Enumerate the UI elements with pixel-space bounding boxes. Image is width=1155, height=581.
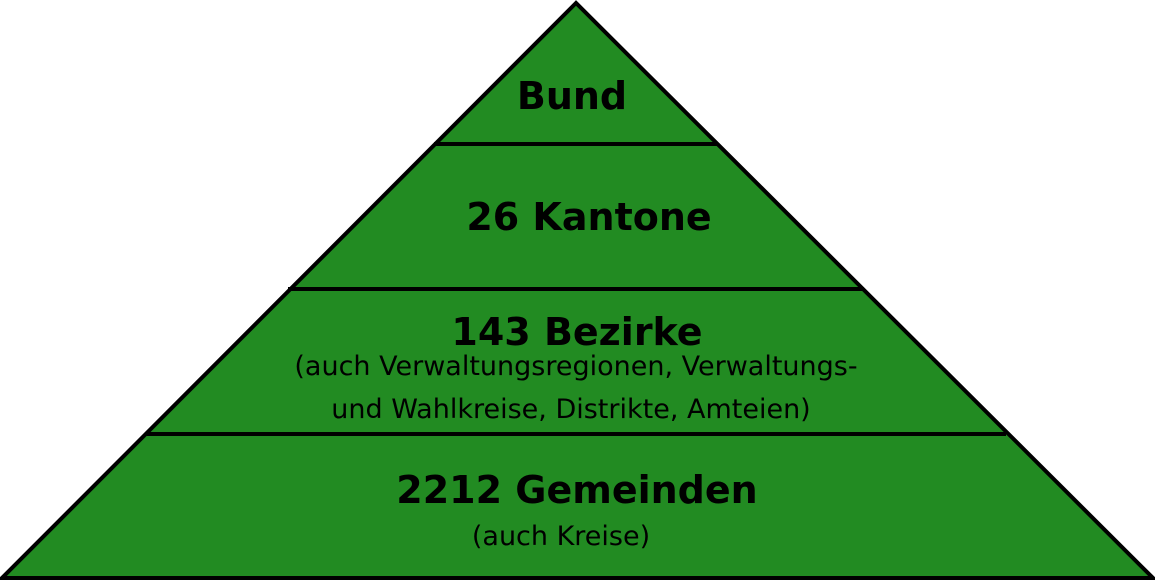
level-subtitle-gemeinden: (auch Kreise)	[472, 521, 650, 552]
level-kantone: 26 Kantone	[466, 195, 711, 239]
level-bund: Bund	[517, 74, 627, 118]
level-title-bezirke: 143 Bezirke	[451, 310, 702, 354]
pyramid-diagram: Bund 26 Kantone 143 Bezirke (auch Verwal…	[0, 0, 1155, 581]
level-subtitle-bezirke-line-2: und Wahlkreise, Distrikte, Amteien)	[331, 394, 810, 425]
level-subtitle-bezirke-line-1: (auch Verwaltungsregionen, Verwaltungs-	[294, 351, 857, 382]
level-title-bund: Bund	[517, 74, 627, 118]
level-title-gemeinden: 2212 Gemeinden	[396, 468, 757, 512]
level-title-kantone: 26 Kantone	[466, 195, 711, 239]
pyramid-svg: Bund 26 Kantone 143 Bezirke (auch Verwal…	[0, 0, 1155, 580]
